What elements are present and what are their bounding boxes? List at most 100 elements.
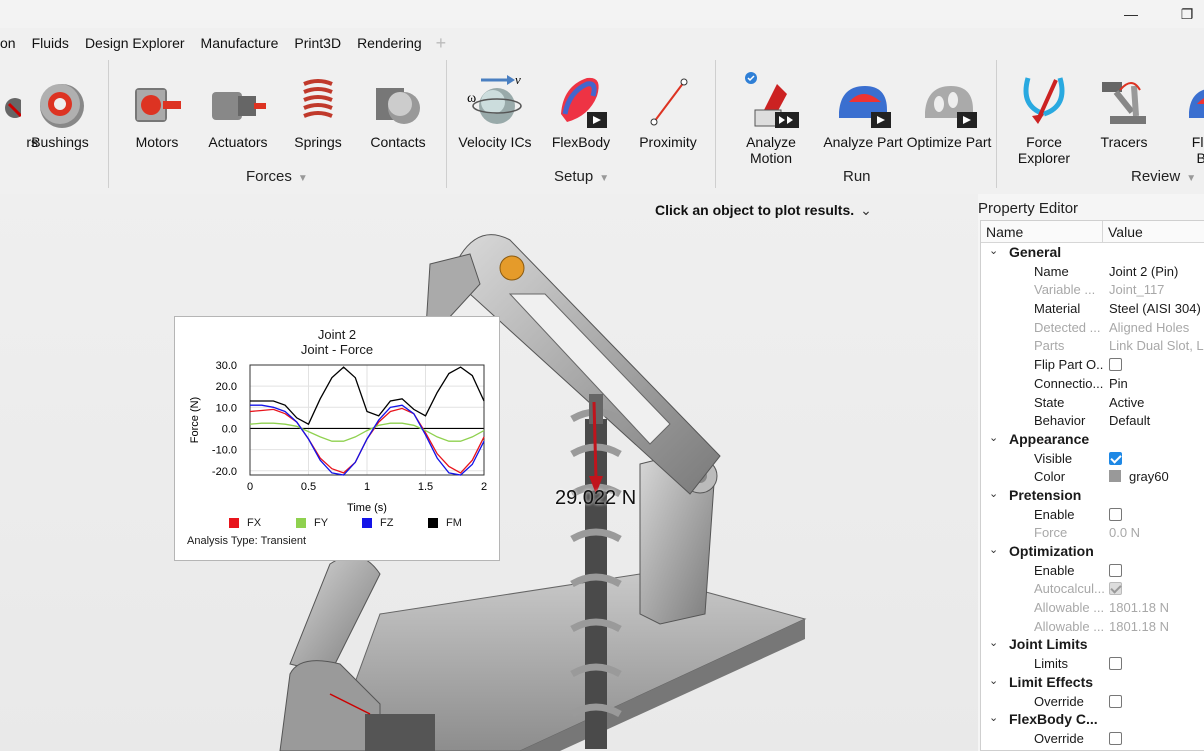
group-run-label: Run xyxy=(843,168,871,185)
column-header-value[interactable]: Value xyxy=(1103,221,1143,242)
group-review-label[interactable]: Review ▼ xyxy=(1131,168,1196,185)
chevron-down-icon[interactable]: ⌄ xyxy=(989,636,998,649)
property-name: Visible xyxy=(1034,450,1073,466)
force-arrow xyxy=(592,401,598,480)
property-row[interactable]: Override xyxy=(981,692,1204,711)
property-value[interactable]: 1801.18 N xyxy=(1109,619,1169,634)
y-tick-label: -10.0 xyxy=(212,445,237,457)
bushings-button[interactable]: Bushings xyxy=(15,66,105,150)
property-name: Force xyxy=(1034,525,1068,541)
legend-item-fx: FX xyxy=(229,517,261,529)
model-viewport[interactable]: Click an object to plot results. ⌄ 29.022… xyxy=(0,194,978,751)
tab-rendering[interactable]: Rendering xyxy=(349,35,430,51)
property-category[interactable]: ⌄ Pretension xyxy=(981,486,1204,505)
chevron-down-icon[interactable]: ⌄ xyxy=(989,244,998,257)
property-value[interactable]: Aligned Holes xyxy=(1109,320,1189,335)
property-table-header: Name Value xyxy=(981,221,1204,243)
optimize-part-button[interactable]: Optimize Part xyxy=(904,66,994,150)
property-row[interactable]: Material Steel (AISI 304) xyxy=(981,299,1204,318)
springs-button[interactable]: Springs xyxy=(273,66,363,150)
property-value[interactable]: Steel (AISI 304) xyxy=(1109,301,1201,316)
property-row[interactable]: Allowable ... 1801.18 N xyxy=(981,617,1204,636)
add-tab-icon[interactable]: + xyxy=(430,33,453,54)
property-value[interactable]: Pin xyxy=(1109,376,1128,391)
property-checkbox[interactable] xyxy=(1109,563,1122,577)
tab-motion[interactable]: on xyxy=(0,35,24,51)
property-checkbox[interactable] xyxy=(1109,358,1122,372)
property-name: Color xyxy=(1034,469,1066,485)
plot-hint[interactable]: Click an object to plot results. ⌄ xyxy=(655,202,872,219)
property-row[interactable]: State Active xyxy=(981,393,1204,412)
property-row[interactable]: Autocalcul... xyxy=(981,579,1204,598)
property-checkbox[interactable] xyxy=(1109,657,1122,671)
property-row[interactable]: Limits xyxy=(981,654,1204,673)
property-row[interactable]: Name Joint 2 (Pin) xyxy=(981,262,1204,281)
property-category[interactable]: ⌄ Limit Effects xyxy=(981,673,1204,692)
property-value[interactable]: Active xyxy=(1109,395,1144,410)
property-row[interactable]: Enable xyxy=(981,561,1204,580)
property-row[interactable]: Variable ... Joint_117 xyxy=(981,280,1204,299)
property-category[interactable]: ⌄ Optimization xyxy=(981,542,1204,561)
chevron-down-icon[interactable]: ⌄ xyxy=(989,674,998,687)
property-category[interactable]: ⌄ General xyxy=(981,243,1204,262)
property-value[interactable]: Default xyxy=(1109,413,1150,428)
category-label: Optimization xyxy=(1009,543,1094,559)
chevron-down-icon[interactable]: ⌄ xyxy=(989,431,998,444)
analyze-motion-button[interactable]: Analyze Motion xyxy=(726,66,816,166)
property-name: Enable xyxy=(1034,562,1075,578)
restore-button[interactable]: ❐ xyxy=(1176,4,1198,24)
property-row[interactable]: Flip Part O... xyxy=(981,355,1204,374)
tracers-button[interactable]: Tracers xyxy=(1079,66,1169,150)
property-category[interactable]: ⌄ FlexBody C... xyxy=(981,710,1204,729)
tab-print3d[interactable]: Print3D xyxy=(286,35,349,51)
velocity-ics-button[interactable]: vω Velocity ICs xyxy=(450,66,540,150)
property-value[interactable]: 1801.18 N xyxy=(1109,600,1169,615)
proximity-button[interactable]: Proximity xyxy=(623,66,713,150)
chevron-down-icon[interactable]: ⌄ xyxy=(989,543,998,556)
property-row[interactable]: Behavior Default xyxy=(981,411,1204,430)
property-row[interactable]: Force 0.0 N xyxy=(981,523,1204,542)
chevron-down-icon: ▼ xyxy=(599,173,610,184)
property-name: Override xyxy=(1034,730,1084,746)
property-checkbox[interactable] xyxy=(1109,451,1122,465)
property-value[interactable]: Joint_117 xyxy=(1109,282,1164,297)
property-category[interactable]: ⌄ Appearance xyxy=(981,430,1204,449)
column-header-name[interactable]: Name xyxy=(981,221,1103,242)
joint-force-plot[interactable]: Joint 2 Joint - Force 30.0 20.0 10.0 0.0 -10… xyxy=(174,316,500,561)
property-value[interactable]: 0.0 N xyxy=(1109,525,1140,540)
restore-icon: ❐ xyxy=(1180,5,1194,22)
property-row[interactable]: Parts Link Dual Slot, L xyxy=(981,336,1204,355)
tab-design-explorer[interactable]: Design Explorer xyxy=(77,35,193,51)
property-row[interactable]: Color gray60 xyxy=(981,467,1204,486)
svg-text:v: v xyxy=(515,72,521,87)
tab-manufacture[interactable]: Manufacture xyxy=(193,35,287,51)
property-row[interactable]: Override xyxy=(981,729,1204,748)
property-checkbox[interactable] xyxy=(1109,694,1122,708)
color-swatch[interactable] xyxy=(1109,470,1121,483)
property-name: Flip Part O... xyxy=(1034,357,1104,373)
property-checkbox xyxy=(1109,582,1122,596)
property-row[interactable]: Detected ... Aligned Holes xyxy=(981,318,1204,337)
contacts-button[interactable]: Contacts xyxy=(353,66,443,150)
property-value[interactable]: Link Dual Slot, L xyxy=(1109,338,1204,353)
tab-fluids[interactable]: Fluids xyxy=(24,35,77,51)
minimize-button[interactable]: — xyxy=(1120,4,1142,24)
flex-body-review-button[interactable]: Flex Bo xyxy=(1160,66,1204,166)
property-checkbox[interactable] xyxy=(1109,507,1122,521)
flexbody-button[interactable]: FlexBody xyxy=(536,66,626,150)
chevron-down-icon[interactable]: ⌄ xyxy=(989,711,998,724)
property-checkbox[interactable] xyxy=(1109,731,1122,745)
chevron-down-icon[interactable]: ⌄ xyxy=(989,487,998,500)
property-row[interactable]: Allowable ... 1801.18 N xyxy=(981,598,1204,617)
motors-button[interactable]: Motors xyxy=(112,66,202,150)
analyze-part-button[interactable]: Analyze Part xyxy=(818,66,908,150)
force-explorer-button[interactable]: Force Explorer xyxy=(999,66,1089,166)
group-forces-label[interactable]: Forces ▼ xyxy=(246,168,308,185)
property-row[interactable]: Visible xyxy=(981,449,1204,468)
actuators-button[interactable]: Actuators xyxy=(193,66,283,150)
property-row[interactable]: Enable xyxy=(981,505,1204,524)
property-row[interactable]: Connectio... Pin xyxy=(981,374,1204,393)
property-category[interactable]: ⌄ Joint Limits xyxy=(981,635,1204,654)
group-setup-label[interactable]: Setup ▼ xyxy=(554,168,609,185)
property-value[interactable]: Joint 2 (Pin) xyxy=(1109,264,1178,279)
